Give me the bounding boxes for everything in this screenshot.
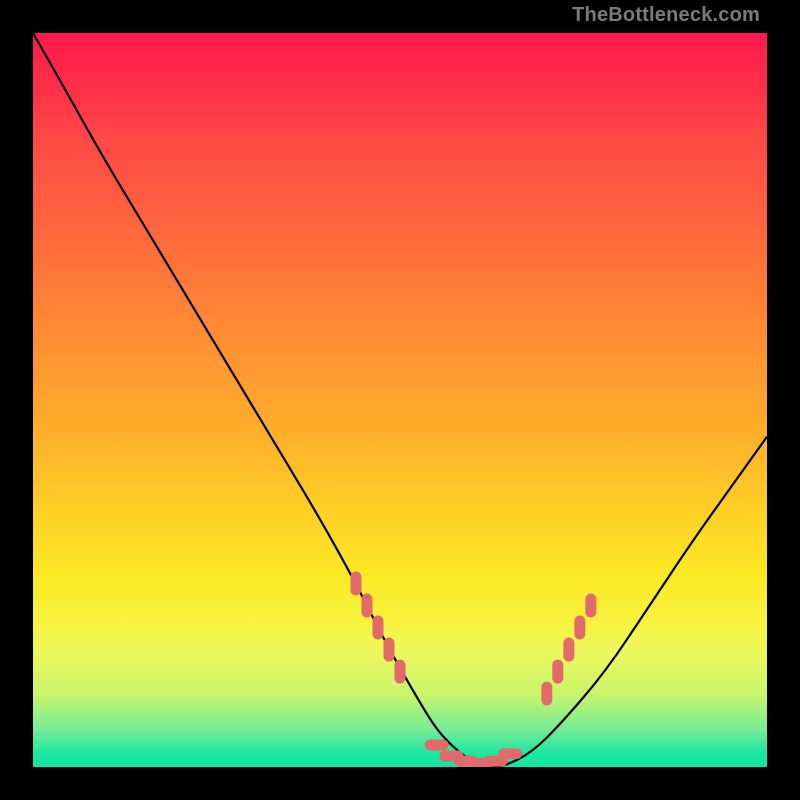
highlight-marker bbox=[563, 638, 574, 662]
highlight-marker bbox=[425, 739, 449, 750]
highlight-marker bbox=[552, 660, 563, 684]
highlight-marker bbox=[383, 638, 394, 662]
highlight-marker bbox=[395, 660, 406, 684]
highlight-marker bbox=[361, 594, 372, 618]
watermark-text: TheBottleneck.com bbox=[572, 4, 760, 27]
highlight-marker bbox=[585, 594, 596, 618]
chart-container: TheBottleneck.com bbox=[0, 0, 800, 800]
highlight-right bbox=[541, 594, 596, 706]
highlight-marker bbox=[574, 616, 585, 640]
highlight-marker bbox=[541, 682, 552, 706]
bottleneck-curve bbox=[33, 33, 767, 767]
highlight-marker bbox=[498, 748, 522, 759]
highlight-marker bbox=[350, 572, 361, 596]
curve-layer bbox=[33, 33, 767, 767]
plot-area bbox=[33, 33, 767, 767]
highlight-left bbox=[350, 572, 405, 684]
highlight-marker bbox=[372, 616, 383, 640]
